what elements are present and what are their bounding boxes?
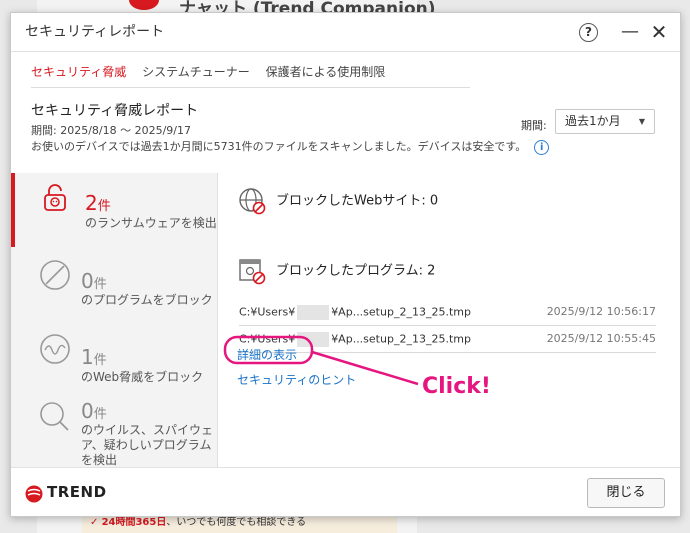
table-row: C:¥Users¥ ¥Ap...setup_2_13_25.tmp 2025/9/…	[239, 299, 656, 326]
blocked-websites-heading: ブロックしたWebサイト: 0	[238, 187, 438, 215]
banner-text: 、いつでも何度でも相談できる	[166, 517, 307, 528]
stat-blocked-programs-unit: 件	[93, 277, 107, 292]
stat-web-threats-label: のWeb脅威をブロック	[81, 370, 204, 384]
blocked-programs-label: ブロックしたプログラム: 2	[276, 263, 436, 279]
stat-web-threats-unit: 件	[93, 353, 107, 368]
banner-highlight: 24時間365日	[101, 517, 167, 528]
period-label: 期間:	[521, 119, 547, 132]
close-button[interactable]: 閉じる	[587, 478, 665, 508]
title-divider	[11, 51, 680, 52]
stat-ransomware[interactable]: 2件 のランサムウェアを検出	[11, 173, 221, 247]
stat-ransomware-count: 2	[85, 191, 98, 215]
click-annotation-label: Click!	[422, 374, 491, 399]
details-panel: ブロックしたWebサイト: 0 ブロックしたプログラム: 2 C:¥Users¥…	[218, 173, 680, 467]
footer-divider	[11, 467, 680, 468]
stat-web-threats-count: 1	[81, 345, 94, 369]
blocked-program-icon	[40, 260, 70, 290]
period-selected-value: 過去1か月	[565, 114, 621, 128]
stat-virus-scan-label: のウイルス、スパイウェア、疑わしいプログラムを検出	[81, 423, 214, 467]
trend-ball-icon	[25, 485, 43, 503]
stat-web-threats[interactable]: 1件 のWeb脅威をブロック	[11, 325, 217, 399]
blocked-website-globe-icon	[239, 188, 266, 215]
window-title: セキュリティレポート	[25, 24, 165, 40]
blocked-program-time: 2025/9/12 10:55:45	[546, 332, 656, 345]
brand-name: TREND	[47, 483, 107, 501]
security-hints-link[interactable]: セキュリティのヒント	[237, 371, 356, 388]
stat-ransomware-label: のランサムウェアを検出	[85, 216, 217, 230]
check-icon: ✓	[90, 517, 102, 528]
stat-virus-scan[interactable]: 0件 のウイルス、スパイウェア、疑わしいプログラムを検出	[11, 399, 217, 473]
security-report-dialog: セキュリティレポート ? — ✕ セキュリティ脅威 システムチューナー 保護者に…	[10, 12, 681, 517]
background-logo	[129, 0, 159, 10]
blocked-program-window-icon	[239, 259, 266, 285]
virus-scan-icon	[40, 402, 69, 431]
stat-virus-scan-count: 0	[81, 399, 94, 423]
report-period: 期間: 2025/8/18 〜 2025/9/17	[31, 124, 191, 137]
report-tabs: セキュリティ脅威 システムチューナー 保護者による使用制限	[31, 63, 397, 80]
view-details-link[interactable]: 詳細の表示	[237, 346, 297, 363]
stat-blocked-programs[interactable]: 0件 のプログラムをブロック	[11, 251, 217, 325]
stat-blocked-programs-count: 0	[81, 269, 94, 293]
stat-virus-scan-unit: 件	[93, 407, 107, 422]
title-bar: セキュリティレポート ? — ✕	[11, 13, 680, 51]
report-summary-text: お使いのデバイスでは過去1か月間に5731件のファイルをスキャンしました。デバイ…	[31, 140, 527, 153]
tab-system-tuner[interactable]: システムチューナー	[142, 65, 250, 79]
stats-sidebar: 2件 のランサムウェアを検出 0件 のプログラムをブロック 1件 のWeb脅威を…	[11, 173, 218, 467]
redacted-username	[297, 332, 330, 347]
stat-ransomware-unit: 件	[97, 199, 111, 214]
blocked-programs-heading: ブロックしたプログラム: 2	[238, 257, 435, 285]
info-icon[interactable]: i	[534, 139, 550, 155]
web-threat-icon	[40, 334, 70, 364]
tab-parental-controls[interactable]: 保護者による使用制限	[266, 65, 386, 79]
tabs-divider	[31, 87, 470, 88]
blocked-program-path: C:¥Users¥ ¥Ap...setup_2_13_25.tmp	[239, 305, 471, 320]
ransomware-lock-icon	[44, 184, 66, 211]
redacted-username	[297, 305, 330, 320]
minimize-button[interactable]: —	[619, 21, 641, 43]
blocked-program-time: 2025/9/12 10:56:17	[546, 305, 656, 318]
tab-security-threats[interactable]: セキュリティ脅威	[31, 65, 126, 79]
report-summary: お使いのデバイスでは過去1か月間に5731件のファイルをスキャンしました。デバイ…	[31, 138, 550, 155]
period-dropdown[interactable]: 過去1か月 ▼	[555, 109, 655, 134]
blocked-program-path: C:¥Users¥ ¥Ap...setup_2_13_25.tmp	[239, 332, 471, 347]
stat-blocked-programs-label: のプログラムをブロック	[81, 293, 213, 307]
report-title: セキュリティ脅威レポート	[31, 103, 199, 119]
chevron-down-icon: ▼	[638, 117, 645, 126]
help-button[interactable]: ?	[579, 23, 598, 42]
close-window-button[interactable]: ✕	[648, 21, 670, 43]
table-row: C:¥Users¥ ¥Ap...setup_2_13_25.tmp 2025/9/…	[239, 326, 656, 353]
blocked-websites-label: ブロックしたWebサイト: 0	[276, 193, 439, 209]
